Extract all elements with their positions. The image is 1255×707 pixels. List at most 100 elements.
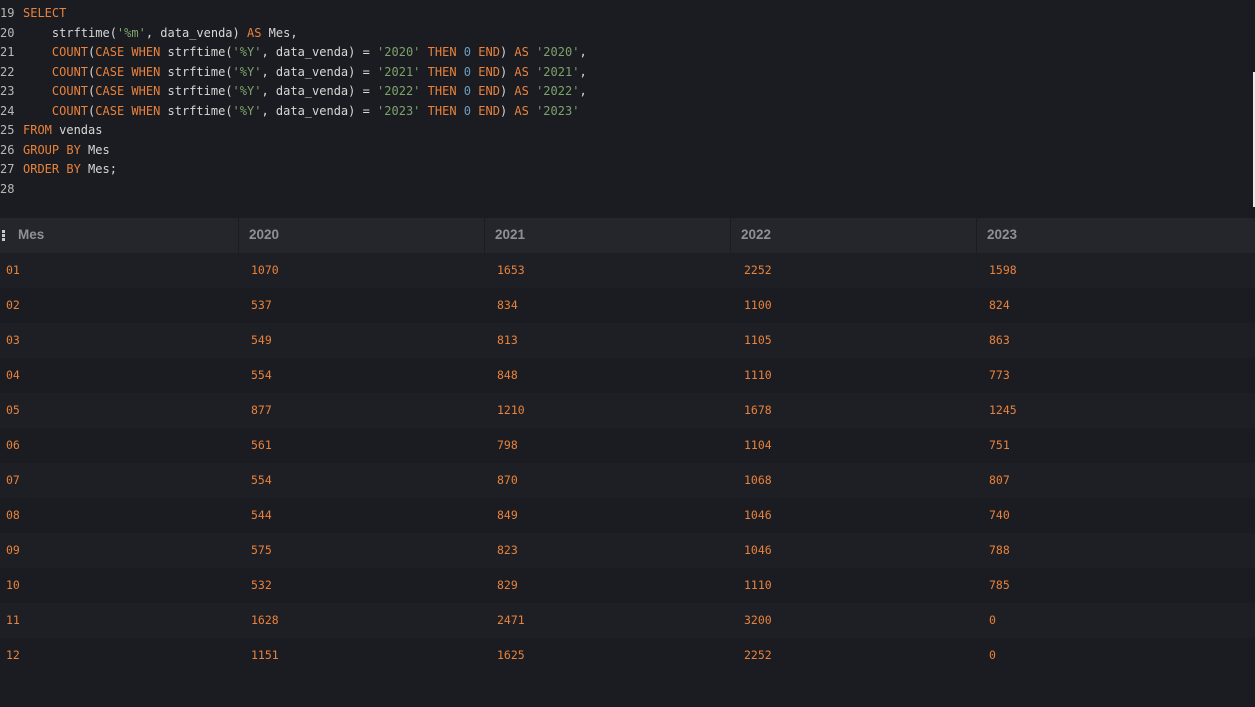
code-line[interactable]: 20 strftime('%m', data_venda) AS Mes, <box>0 24 298 44</box>
cell-2023[interactable]: 0 <box>989 603 996 638</box>
table-row[interactable]: 12 1151 1625 2252 0 <box>0 638 1255 673</box>
cell-2020[interactable]: 549 <box>251 323 272 358</box>
sql-keyword: CASE WHEN <box>95 64 161 79</box>
sql-text: ) <box>499 45 515 59</box>
cell-2022[interactable]: 1110 <box>744 358 772 393</box>
table-row[interactable]: 09 575 823 1046 788 <box>0 533 1255 568</box>
cell-2021[interactable]: 848 <box>497 358 518 393</box>
cell-mes[interactable]: 02 <box>6 288 20 323</box>
cell-2021[interactable]: 1625 <box>497 638 525 673</box>
sql-editor[interactable]: 19 SELECT 20 strftime('%m', data_venda) AS… <box>0 0 1255 207</box>
cell-mes[interactable]: 05 <box>6 393 20 428</box>
drag-handle-icon[interactable] <box>2 230 5 241</box>
cell-2020[interactable]: 554 <box>251 358 272 393</box>
cell-mes[interactable]: 04 <box>6 358 20 393</box>
cell-2021[interactable]: 823 <box>497 533 518 568</box>
cell-mes[interactable]: 11 <box>6 603 20 638</box>
cell-2020[interactable]: 532 <box>251 568 272 603</box>
line-number: 27 <box>0 162 15 176</box>
cell-mes[interactable]: 09 <box>6 533 20 568</box>
cell-2021[interactable]: 1653 <box>497 253 525 288</box>
cell-2020[interactable]: 544 <box>251 498 272 533</box>
cell-mes[interactable]: 08 <box>6 498 20 533</box>
cell-2020[interactable]: 1070 <box>251 253 279 288</box>
cell-2020[interactable]: 1151 <box>251 638 279 673</box>
cell-2020[interactable]: 1628 <box>251 603 279 638</box>
cell-2021[interactable]: 798 <box>497 428 518 463</box>
table-row[interactable]: 05 877 1210 1678 1245 <box>0 393 1255 428</box>
cell-mes[interactable]: 07 <box>6 463 20 498</box>
column-header-mes[interactable]: Mes <box>18 218 44 253</box>
cell-2021[interactable]: 834 <box>497 288 518 323</box>
code-line[interactable]: 24 COUNT(CASE WHEN strftime('%Y', data_v… <box>0 102 579 122</box>
table-row[interactable]: 10 532 829 1110 785 <box>0 568 1255 603</box>
cell-2022[interactable]: 1678 <box>744 393 772 428</box>
cell-2023[interactable]: 788 <box>989 533 1010 568</box>
cell-2021[interactable]: 849 <box>497 498 518 533</box>
table-row[interactable]: 03 549 813 1105 863 <box>0 323 1255 358</box>
cell-2022[interactable]: 1105 <box>744 323 772 358</box>
cell-2021[interactable]: 1210 <box>497 393 525 428</box>
cell-2022[interactable]: 2252 <box>744 253 772 288</box>
cell-mes[interactable]: 10 <box>6 568 20 603</box>
cell-mes[interactable]: 01 <box>6 253 20 288</box>
cell-2022[interactable]: 3200 <box>744 603 772 638</box>
table-row[interactable]: 02 537 834 1100 824 <box>0 288 1255 323</box>
table-row[interactable]: 04 554 848 1110 773 <box>0 358 1255 393</box>
cell-2022[interactable]: 1104 <box>744 428 772 463</box>
cell-2023[interactable]: 1245 <box>989 393 1017 428</box>
cell-2021[interactable]: 2471 <box>497 603 525 638</box>
code-line[interactable]: 21 COUNT(CASE WHEN strftime('%Y', data_v… <box>0 43 587 63</box>
table-row[interactable]: 01 1070 1653 2252 1598 <box>0 253 1255 288</box>
sql-string: '2020' <box>536 45 580 59</box>
code-text: ORDER BY Mes; <box>23 162 117 176</box>
cell-2021[interactable]: 829 <box>497 568 518 603</box>
code-line[interactable]: 28 <box>0 180 23 200</box>
cell-2020[interactable]: 561 <box>251 428 272 463</box>
sql-text: , <box>579 84 587 98</box>
cell-mes[interactable]: 06 <box>6 428 20 463</box>
sql-keyword: AS <box>514 64 529 79</box>
cell-2023[interactable]: 824 <box>989 288 1010 323</box>
cell-mes[interactable]: 03 <box>6 323 20 358</box>
cell-2023[interactable]: 863 <box>989 323 1010 358</box>
cell-2022[interactable]: 1046 <box>744 498 772 533</box>
code-line[interactable]: 25 FROM vendas <box>0 121 102 141</box>
code-line[interactable]: 22 COUNT(CASE WHEN strftime('%Y', data_v… <box>0 63 587 83</box>
table-row[interactable]: 06 561 798 1104 751 <box>0 428 1255 463</box>
column-header-2020[interactable]: 2020 <box>238 218 279 253</box>
cell-2020[interactable]: 877 <box>251 393 272 428</box>
cell-2021[interactable]: 813 <box>497 323 518 358</box>
cell-2022[interactable]: 1068 <box>744 463 772 498</box>
cell-2023[interactable]: 807 <box>989 463 1010 498</box>
sql-keyword: CASE WHEN <box>95 84 161 98</box>
code-text: COUNT(CASE WHEN strftime('%Y', data_vend… <box>23 65 587 79</box>
cell-2023[interactable]: 0 <box>989 638 996 673</box>
code-line[interactable]: 27 ORDER BY Mes; <box>0 160 117 180</box>
code-line[interactable]: 26 GROUP BY Mes <box>0 141 110 161</box>
cell-2023[interactable]: 740 <box>989 498 1010 533</box>
column-header-2023[interactable]: 2023 <box>976 218 1017 253</box>
cell-2022[interactable]: 1110 <box>744 568 772 603</box>
code-line[interactable]: 23 COUNT(CASE WHEN strftime('%Y', data_v… <box>0 82 587 102</box>
cell-2022[interactable]: 1100 <box>744 288 772 323</box>
table-row[interactable]: 11 1628 2471 3200 0 <box>0 603 1255 638</box>
cell-2021[interactable]: 870 <box>497 463 518 498</box>
column-header-2022[interactable]: 2022 <box>730 218 771 253</box>
cell-2022[interactable]: 2252 <box>744 638 772 673</box>
cell-2022[interactable]: 1046 <box>744 533 772 568</box>
cell-2023[interactable]: 751 <box>989 428 1010 463</box>
cell-2020[interactable]: 575 <box>251 533 272 568</box>
table-row[interactable]: 08 544 849 1046 740 <box>0 498 1255 533</box>
table-row[interactable]: 07 554 870 1068 807 <box>0 463 1255 498</box>
cell-2023[interactable]: 773 <box>989 358 1010 393</box>
cell-2023[interactable]: 785 <box>989 568 1010 603</box>
column-header-2021[interactable]: 2021 <box>484 218 525 253</box>
cell-2020[interactable]: 554 <box>251 463 272 498</box>
code-line[interactable]: 19 SELECT <box>0 4 66 24</box>
cell-mes[interactable]: 12 <box>6 638 20 673</box>
cell-2020[interactable]: 537 <box>251 288 272 323</box>
cell-2023[interactable]: 1598 <box>989 253 1017 288</box>
